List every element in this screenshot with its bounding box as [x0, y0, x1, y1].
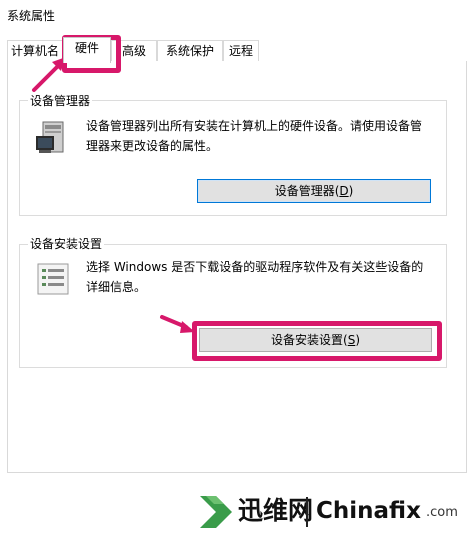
device-install-button-close: )	[355, 333, 360, 347]
watermark-separator	[306, 497, 308, 527]
watermark-com-text: .com	[426, 505, 458, 520]
device-install-group-title: 设备安装设置	[28, 235, 105, 252]
device-manager-button-mnemonic: D	[339, 184, 349, 198]
watermark-cn-text: 迅维网	[238, 496, 314, 525]
watermark-logo-icon	[200, 496, 232, 528]
device-install-description-line2: 详细信息。	[86, 280, 147, 294]
device-install-settings-button[interactable]: 设备安装设置(S)	[199, 328, 432, 352]
title-bar: 系统属性	[0, 0, 474, 30]
tab-hardware[interactable]: 硬件	[63, 37, 111, 63]
arrow-to-install-button-icon	[160, 315, 195, 333]
device-manager-button-label: 设备管理器(	[274, 184, 340, 198]
window-title: 系统属性	[7, 9, 56, 23]
watermark-en-text: Chinafix	[316, 498, 421, 524]
device-manager-icon	[36, 121, 64, 153]
device-install-description-line1: 选择 Windows 是否下载设备的驱动程序软件及有关这些设备的	[86, 260, 424, 274]
device-manager-button[interactable]: 设备管理器(D)	[197, 179, 431, 203]
device-manager-description-line2: 理器来更改设备的属性。	[86, 139, 219, 153]
tab-strip: 计算机名 硬件 高级 系统保护 远程	[0, 37, 474, 63]
device-manager-group-title: 设备管理器	[28, 92, 93, 109]
device-manager-button-close: )	[348, 184, 354, 198]
device-install-button-label: 设备安装设置(	[271, 333, 348, 347]
tab-system-protection[interactable]: 系统保护	[157, 40, 223, 62]
device-install-settings-icon	[37, 263, 69, 295]
tab-remote[interactable]: 远程	[223, 40, 259, 62]
tab-advanced[interactable]: 高级	[111, 40, 157, 62]
device-manager-description-line1: 设备管理器列出所有安装在计算机上的硬件设备。请使用设备管	[86, 119, 423, 133]
